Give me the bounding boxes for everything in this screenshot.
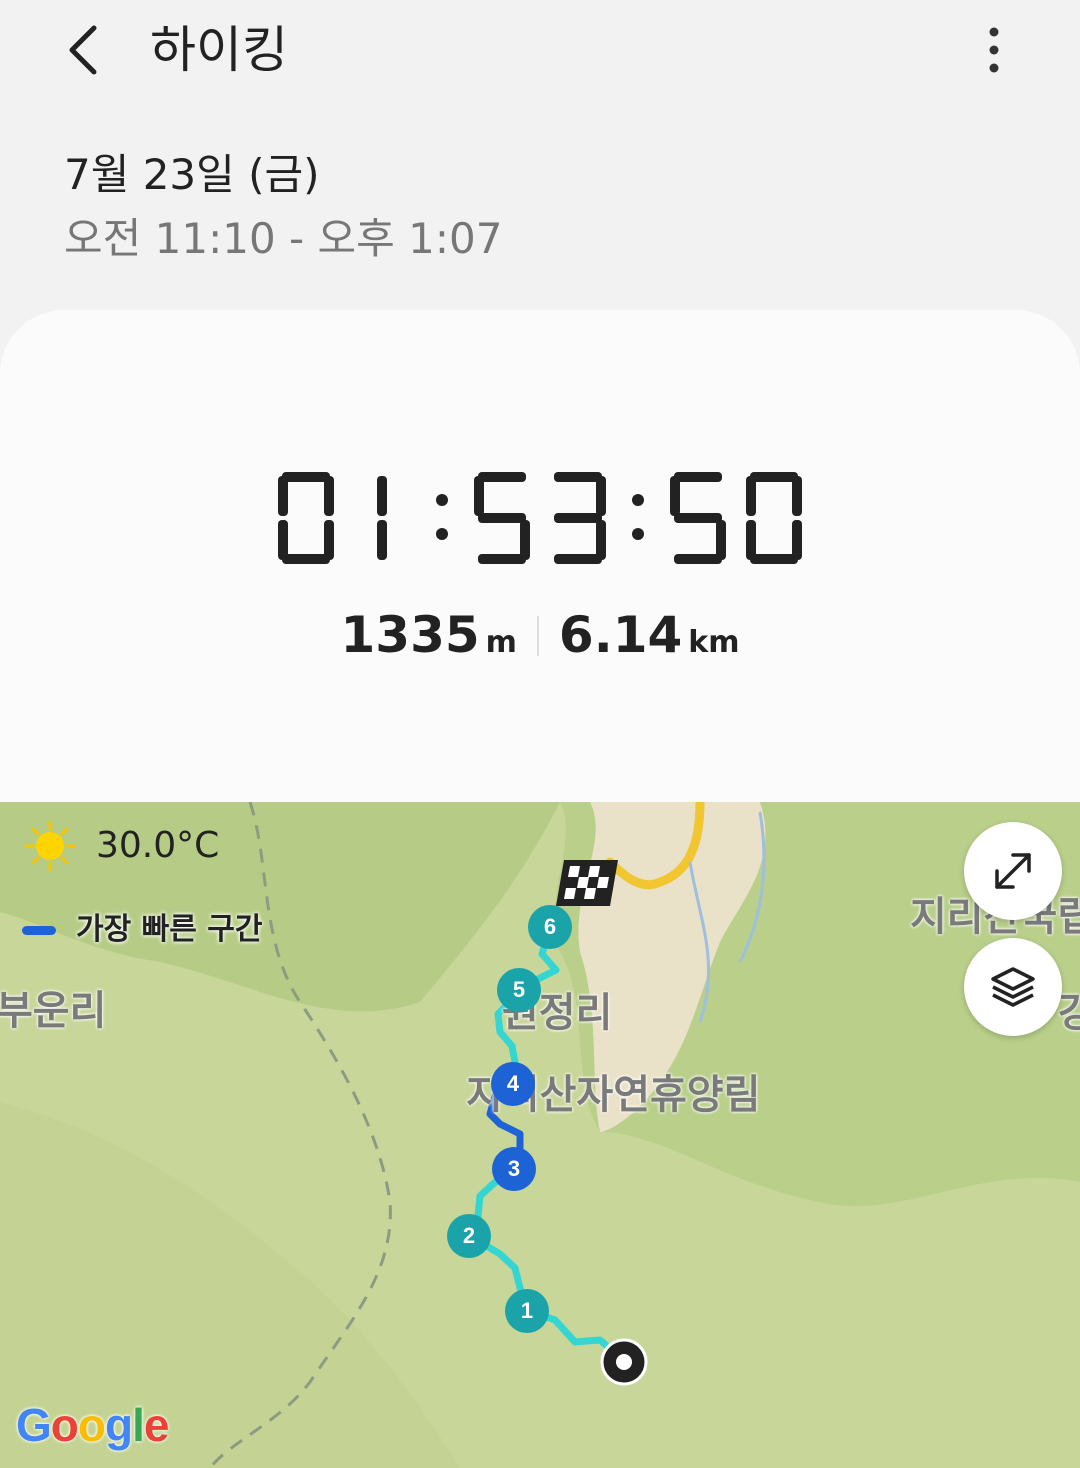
timer-digit-4 — [670, 472, 726, 564]
google-letter: o — [50, 1399, 79, 1451]
map-layers-button[interactable] — [964, 938, 1062, 1036]
temperature: 30.0°C — [96, 825, 220, 866]
start-point-icon[interactable] — [598, 1336, 650, 1388]
stat-divider — [536, 616, 539, 656]
timer-digit-3 — [554, 472, 606, 564]
sun-icon — [24, 820, 76, 872]
legend-line-swatch — [22, 926, 56, 935]
stats-row: 1335 m 6.14 km — [0, 606, 1080, 664]
back-button[interactable] — [58, 18, 114, 82]
expand-map-button[interactable] — [964, 822, 1062, 920]
timer-digit-5 — [746, 472, 802, 564]
marker-number: 6 — [543, 914, 557, 939]
elevation-stat: 1335 m — [340, 606, 516, 664]
timer-digit-2 — [474, 472, 530, 564]
google-letter: o — [77, 1399, 106, 1451]
marker-number: 1 — [520, 1298, 534, 1323]
marker-number: 3 — [507, 1156, 521, 1181]
distance-stat: 6.14 km — [559, 606, 740, 664]
route-marker[interactable]: 2 — [447, 1214, 491, 1258]
summary-card: 1335 m 6.14 km — [0, 310, 1080, 830]
route-marker[interactable]: 3 — [492, 1147, 536, 1191]
timer-colon — [632, 494, 644, 540]
session-time-range: 오전 11:10 - 오후 1:07 — [64, 214, 503, 263]
layers-icon — [991, 967, 1035, 1007]
google-letter: l — [132, 1399, 145, 1451]
duration-display — [278, 472, 802, 564]
more-vertical-icon — [989, 27, 999, 73]
marker-number: 5 — [512, 977, 526, 1002]
expand-icon — [995, 853, 1031, 889]
google-letter: G — [16, 1399, 52, 1451]
google-attribution: Google — [16, 1398, 170, 1452]
timer-digit-0 — [278, 472, 334, 564]
session-date: 7월 23일 (금) — [64, 150, 320, 199]
route-marker[interactable]: 5 — [497, 968, 541, 1012]
distance-unit: km — [688, 625, 740, 660]
back-arrow-icon — [69, 25, 97, 75]
timer-digit-1 — [377, 476, 387, 560]
page-title: 하이킹 — [150, 21, 288, 79]
more-options-button[interactable] — [970, 22, 1018, 78]
place-label-left-village: 부운리 — [0, 988, 107, 1034]
distance-value: 6.14 — [558, 606, 683, 664]
google-letter: g — [105, 1399, 133, 1451]
google-letter: e — [143, 1399, 170, 1451]
elevation-unit: m — [485, 625, 517, 660]
marker-number: 4 — [506, 1071, 520, 1096]
app-bar: 하이킹 — [0, 0, 1080, 110]
route-marker[interactable]: 1 — [505, 1289, 549, 1333]
legend-label: 가장 빠른 구간 — [76, 912, 263, 947]
elevation-value: 1335 — [340, 606, 480, 664]
checkered-flag-icon[interactable] — [552, 856, 622, 912]
route-marker[interactable]: 4 — [491, 1062, 535, 1106]
marker-number: 2 — [462, 1223, 476, 1248]
timer-colon — [436, 494, 448, 540]
